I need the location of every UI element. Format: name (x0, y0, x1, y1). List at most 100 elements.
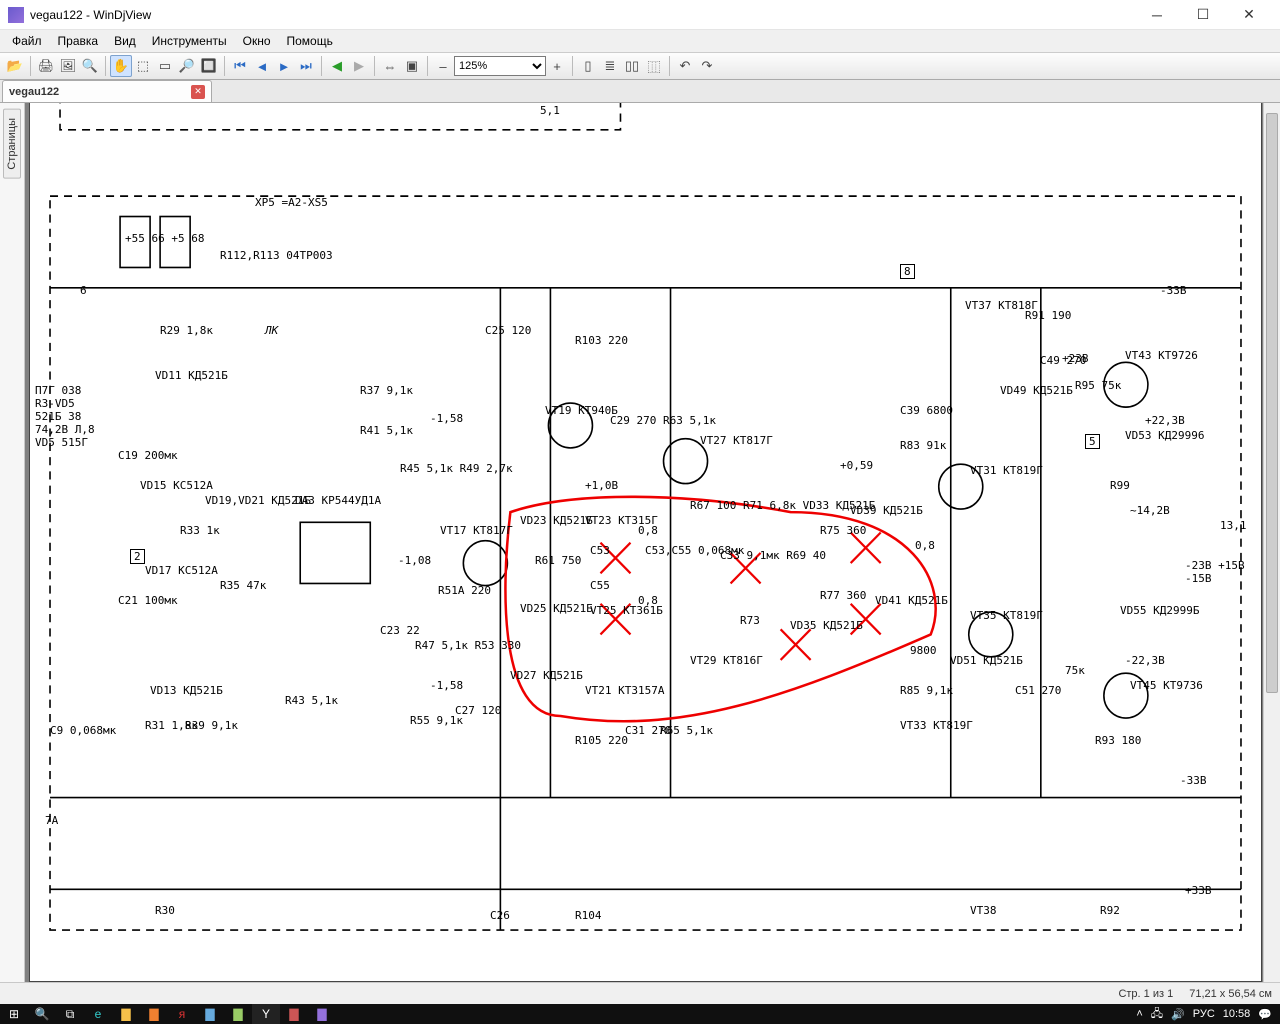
schem-label: VD17 КС512А (145, 564, 218, 577)
schem-label: VT45 КТ9736 (1130, 679, 1203, 692)
titlebar: vegau122 - WinDjView ─ ☐ ✕ (0, 0, 1280, 30)
menubar: Файл Правка Вид Инструменты Окно Помощь (0, 30, 1280, 52)
separator (669, 56, 670, 76)
separator (572, 56, 573, 76)
zoom-rect-icon[interactable]: 🔲 (198, 55, 220, 77)
zoom-select[interactable]: 125% (454, 56, 546, 76)
schem-label: 7А (45, 814, 58, 827)
schem-label: 0,8 (638, 594, 658, 607)
layout-single-icon[interactable]: ▯ (577, 55, 599, 77)
app-icon-2[interactable]: я (168, 1004, 196, 1024)
separator (30, 56, 31, 76)
menu-view[interactable]: Вид (106, 32, 144, 50)
app-icon-5[interactable]: ▇ (280, 1004, 308, 1024)
schem-label: C55 (590, 579, 610, 592)
schem-label: R75 360 (820, 524, 866, 537)
schem-label: C29 270 R63 5,1к (610, 414, 716, 427)
marquee-tool-icon[interactable]: ▭ (154, 55, 176, 77)
schem-label: R105 220 (575, 734, 628, 747)
rotate-right-icon[interactable]: ↷ (696, 55, 718, 77)
fit-width-icon[interactable]: ⇔ (379, 55, 401, 77)
vertical-scrollbar[interactable] (1263, 103, 1280, 982)
scrollbar-thumb[interactable] (1266, 113, 1278, 693)
schem-label: R43 5,1к (285, 694, 338, 707)
layout-cont-icon[interactable]: ≣ (599, 55, 621, 77)
layout-facing-icon[interactable]: ▯▯ (621, 55, 643, 77)
rotate-left-icon[interactable]: ↶ (674, 55, 696, 77)
schem-label: 5 (1085, 434, 1100, 449)
schem-label: VD49 КД521Б (1000, 384, 1073, 397)
schem-label: VT21 КТ3157А (585, 684, 664, 697)
schem-label: +23В (1062, 352, 1089, 365)
schem-label: VD53 КД29996 (1125, 429, 1204, 442)
tray-time[interactable]: 10:58 (1223, 1008, 1251, 1020)
menu-edit[interactable]: Правка (50, 32, 107, 50)
schem-label: R29 1,8к (160, 324, 213, 337)
magnify-tool-icon[interactable]: 🔎 (176, 55, 198, 77)
tray-volume-icon[interactable]: 🔊 (1171, 1008, 1185, 1021)
fit-page-icon[interactable]: ▣ (401, 55, 423, 77)
search-icon[interactable]: 🔍 (79, 55, 101, 77)
schem-label: R83 91к (900, 439, 946, 452)
app-icon-3[interactable]: ▇ (196, 1004, 224, 1024)
schem-label: R112,R113 04ТР003 (220, 249, 333, 262)
tab-document[interactable]: vegau122 ✕ (2, 80, 212, 102)
schem-label: R104 (575, 909, 602, 922)
app-icon-1[interactable]: ▇ (140, 1004, 168, 1024)
windjview-taskbar-icon[interactable]: ▇ (308, 1004, 336, 1024)
document-page: XP5 =A2-XS5 ЛК R112,R113 04ТР003 R29 1,8… (29, 103, 1262, 982)
yandex-icon[interactable]: Y (252, 1004, 280, 1024)
schem-label: +1,0В (585, 479, 618, 492)
maximize-button[interactable]: ☐ (1180, 0, 1226, 30)
status-cursor-pos: 71,21 x 56,54 см (1189, 988, 1272, 1000)
open-icon[interactable]: 📂 (4, 55, 26, 77)
app-icon-4[interactable]: ▇ (224, 1004, 252, 1024)
hand-tool-icon[interactable]: ✋ (110, 55, 132, 77)
menu-file[interactable]: Файл (4, 32, 50, 50)
nav-fwd-icon[interactable]: ▶ (348, 55, 370, 77)
layout-contfacing-icon[interactable]: ⿲ (643, 55, 665, 77)
search-taskbar-icon[interactable]: 🔍 (28, 1004, 56, 1024)
nav-back-icon[interactable]: ◀ (326, 55, 348, 77)
tray-lang[interactable]: РУС (1193, 1008, 1215, 1020)
explorer-icon[interactable]: ▇ (112, 1004, 140, 1024)
zoom-out-icon[interactable]: – (432, 55, 454, 77)
viewer: Страницы (0, 103, 1280, 982)
side-panel-pages-tab[interactable]: Страницы (3, 109, 21, 179)
zoom-in-icon[interactable]: + (546, 55, 568, 77)
schem-label: R73 (740, 614, 760, 627)
prev-page-icon[interactable]: ◄ (251, 55, 273, 77)
menu-window[interactable]: Окно (235, 32, 279, 50)
next-page-icon[interactable]: ► (273, 55, 295, 77)
schem-label: C33 9,1мк R69 40 (720, 549, 826, 562)
schem-label: ЛК (265, 324, 278, 337)
schem-label: C23 22 (380, 624, 420, 637)
schem-label: C51 270 (1015, 684, 1061, 697)
menu-tools[interactable]: Инструменты (144, 32, 235, 50)
schem-label: VD23 КД521Б (520, 514, 593, 527)
minimize-button[interactable]: ─ (1134, 0, 1180, 30)
tray-chevron-icon[interactable]: ˄ (1136, 1008, 1142, 1020)
select-tool-icon[interactable]: ⬚ (132, 55, 154, 77)
close-button[interactable]: ✕ (1226, 0, 1272, 30)
schem-label: C9 0,068мк (50, 724, 116, 737)
first-page-icon[interactable]: ⏮ (229, 55, 251, 77)
edge-icon[interactable]: e (84, 1004, 112, 1024)
menu-help[interactable]: Помощь (279, 32, 341, 50)
tray-notifications-icon[interactable]: 💬 (1258, 1008, 1272, 1021)
schem-label: R39 9,1к (185, 719, 238, 732)
export-icon[interactable]: 🖼 (57, 55, 79, 77)
document-area[interactable]: XP5 =A2-XS5 ЛК R112,R113 04ТР003 R29 1,8… (25, 103, 1280, 982)
tab-close-icon[interactable]: ✕ (191, 85, 205, 99)
last-page-icon[interactable]: ⏭ (295, 55, 317, 77)
schem-label: 5,1 (540, 104, 560, 117)
tray-network-icon[interactable]: 🖧 (1151, 1005, 1163, 1024)
schem-label: C19 200мк (118, 449, 178, 462)
print-icon[interactable]: 🖨 (35, 55, 57, 77)
schem-label: -23В +15В -15В (1185, 559, 1261, 585)
start-button[interactable]: ⊞ (0, 1004, 28, 1024)
system-tray[interactable]: ˄ 🖧 🔊 РУС 10:58 💬 (1128, 1005, 1280, 1024)
schem-label: VD51 КД521Б (950, 654, 1023, 667)
taskview-icon[interactable]: ⧉ (56, 1004, 84, 1024)
schem-label: VT27 КТ817Г (700, 434, 773, 447)
